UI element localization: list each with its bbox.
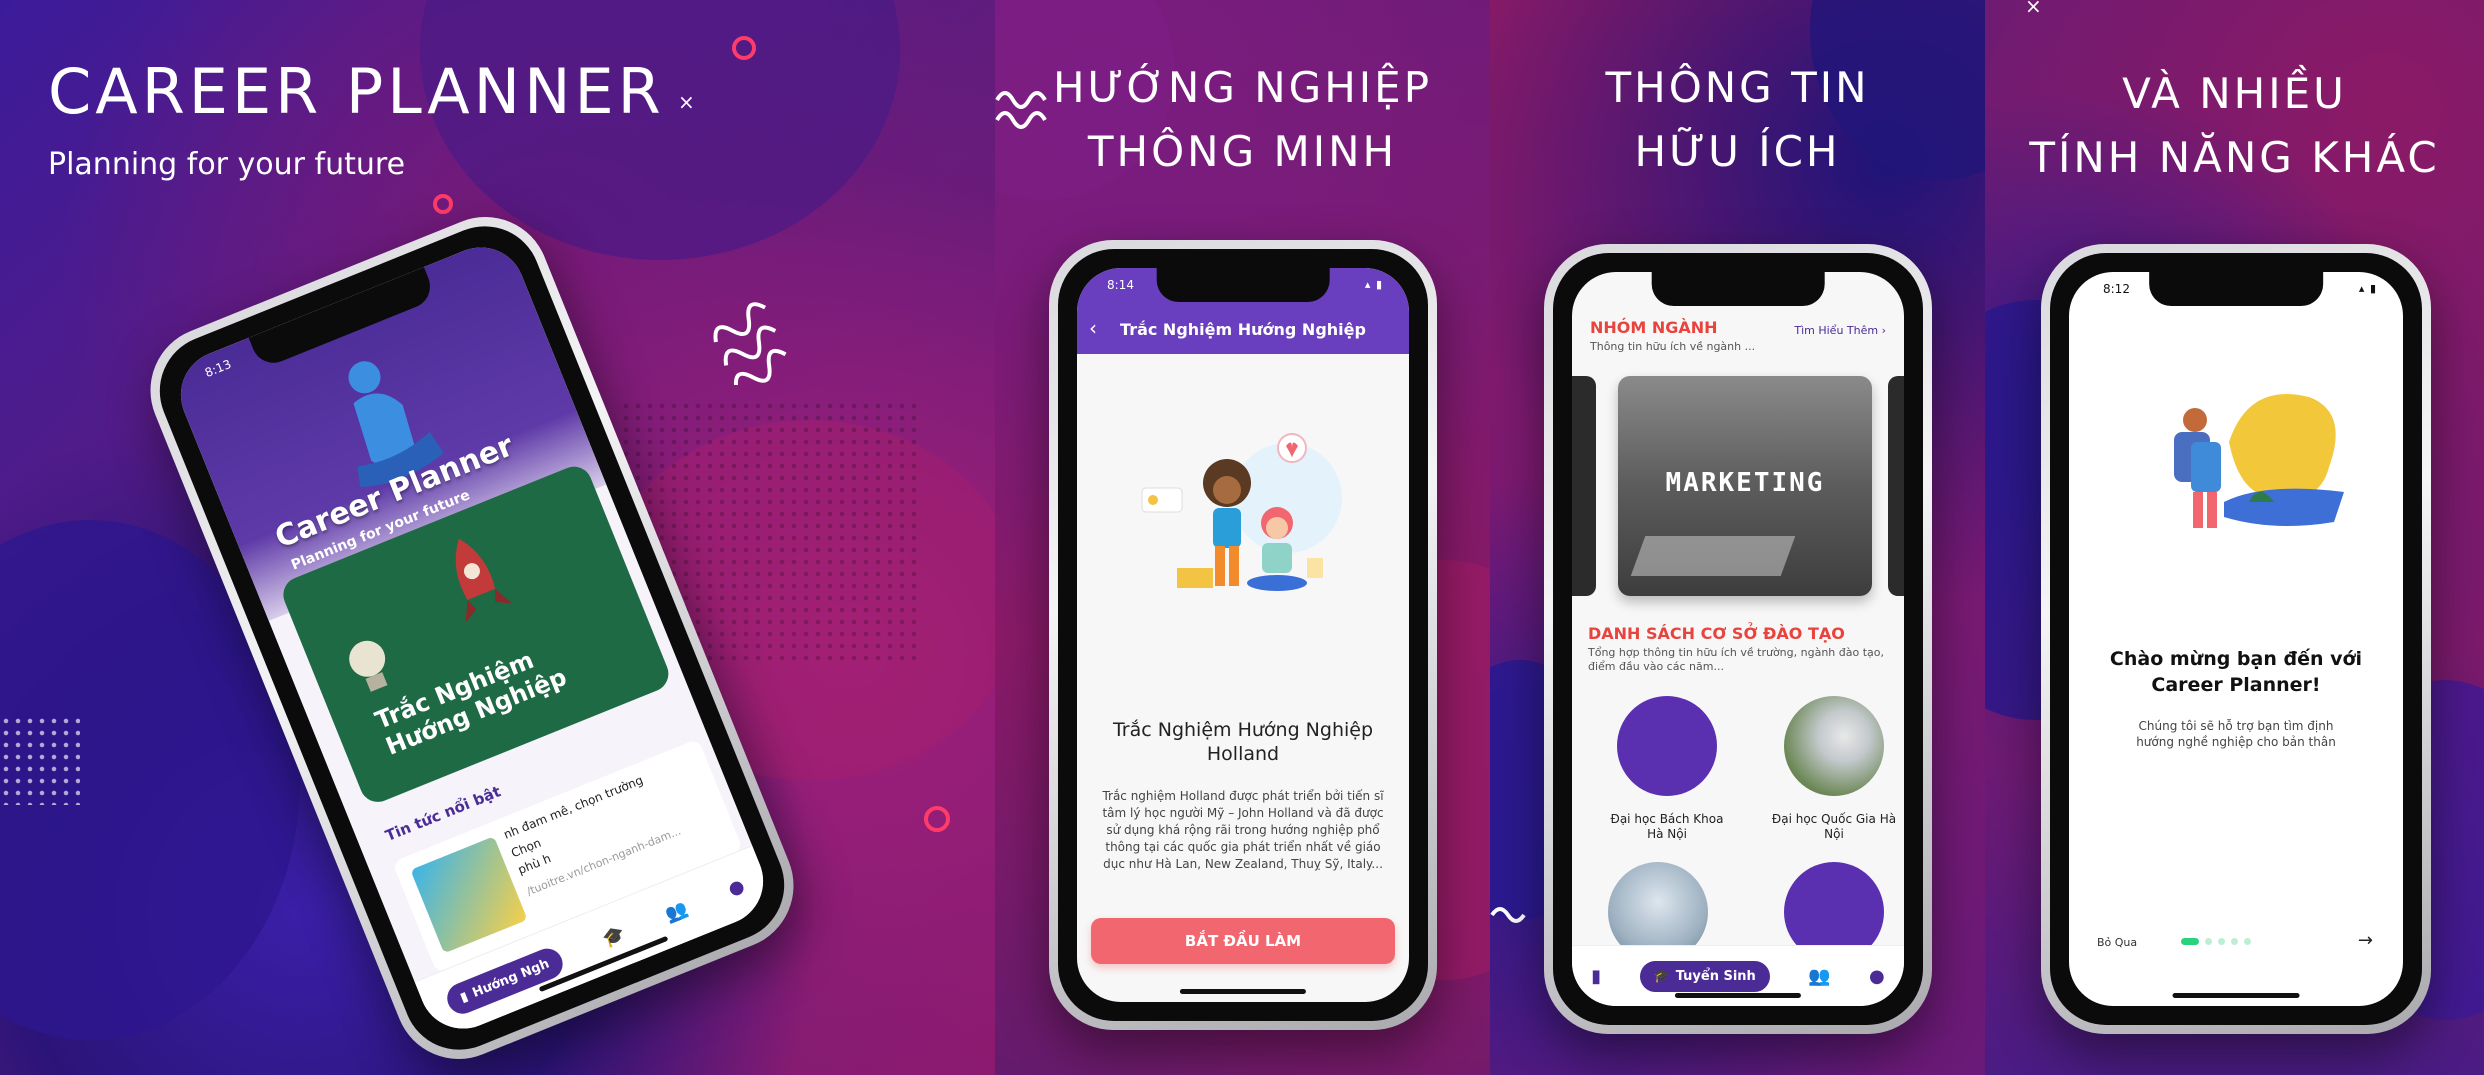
- squiggle-decoration: [1490, 907, 1526, 923]
- major-card-marketing[interactable]: MARKETING: [1618, 376, 1872, 596]
- page-dot: [2218, 938, 2225, 945]
- ring-decoration: [924, 806, 950, 832]
- page-dot: [2231, 938, 2238, 945]
- notebook-graphic: [1630, 536, 1796, 576]
- section-title-schools: DANH SÁCH CƠ SỞ ĐÀO TẠO: [1588, 624, 1845, 643]
- see-more-label: Tìm Hiểu Thêm: [1794, 324, 1879, 337]
- panel2-headline-line1: HƯỚNG NGHIỆP: [1052, 63, 1433, 112]
- news-title: nh đam mê, chọn trường: [501, 772, 646, 842]
- next-arrow-icon[interactable]: →: [2358, 930, 2373, 951]
- school-name-line2: Nội: [1824, 827, 1844, 841]
- school-photo: [1784, 696, 1884, 796]
- school-name: Đại học Quốc Gia Hà Nội: [1754, 812, 1904, 842]
- major-card-label: MARKETING: [1665, 468, 1825, 498]
- home-indicator: [1674, 993, 1802, 998]
- status-icons: ▴ ▮: [2358, 282, 2377, 295]
- status-time: 8:12: [2103, 282, 2130, 296]
- school-card-vnu[interactable]: Đại học Quốc Gia Hà Nội: [1754, 696, 1904, 842]
- welcome-description-line2: hướng nghề nghiệp cho bản thân: [2136, 735, 2336, 749]
- app-bar-title: Trắc Nghiệm Hướng Nghiệp: [1120, 320, 1366, 339]
- phone-mockup-onboarding: 8:12 ▴ ▮ Chào mừng bạn đến với Career Pl…: [2041, 244, 2431, 1034]
- quiz-title: Trắc Nghiệm Hướng Nghiệp Holland: [1097, 718, 1389, 766]
- panel4-headline-line1: VÀ NHIỀU: [2122, 69, 2347, 118]
- nav-tab-admissions-label: Tuyển Sinh: [1675, 968, 1756, 984]
- carousel-prev-card[interactable]: [1572, 376, 1596, 596]
- phone-notch: [1156, 268, 1330, 302]
- quiz-title-line2: Holland: [1206, 743, 1280, 765]
- graduation-cap-icon[interactable]: 🎓: [600, 923, 629, 951]
- section-title-majors: NHÓM NGÀNH: [1590, 318, 1718, 337]
- news-thumbnail: [410, 836, 528, 954]
- home-indicator: [1179, 989, 1307, 994]
- nav-tab-admissions[interactable]: 🎓 Tuyển Sinh: [1639, 960, 1770, 992]
- account-icon[interactable]: ●: [1869, 966, 1885, 987]
- squiggle-decoration: [713, 302, 787, 385]
- school-name-line2: Hà Nội: [1647, 827, 1687, 841]
- carousel-next-card[interactable]: [1888, 376, 1904, 596]
- school-logo: [1617, 696, 1717, 796]
- cross-decoration: ×: [678, 90, 695, 114]
- app-store-screenshots: × CAREER PLANNER Planning for your futur…: [0, 0, 2484, 1075]
- school-card-bku[interactable]: Đại học Bách Khoa Hà Nội: [1592, 696, 1742, 842]
- welcome-title-line1: Chào mừng bạn đến với: [2109, 648, 2363, 670]
- panel2-headline: HƯỚNG NGHIỆP THÔNG MINH: [995, 56, 1490, 184]
- panel2-headline-line2: THÔNG MINH: [1087, 127, 1398, 176]
- see-more-link[interactable]: Tìm Hiểu Thêm ›: [1794, 324, 1886, 337]
- page-indicator: [2181, 938, 2251, 945]
- page-dot: [2244, 938, 2251, 945]
- book-icon[interactable]: ▮: [1591, 966, 1601, 987]
- ring-decoration: [732, 36, 756, 60]
- start-quiz-button[interactable]: BẮT ĐẦU LÀM: [1091, 918, 1395, 964]
- phone-notch: [1651, 272, 1825, 306]
- welcome-description: Chúng tôi sẽ hỗ trợ bạn tìm định hướng n…: [2079, 718, 2393, 750]
- school-name-line1: Đại học Quốc Gia Hà: [1771, 812, 1897, 826]
- panel-useful-info: THÔNG TIN HỮU ÍCH NHÓM NGÀNH Thông tin h…: [1490, 0, 1985, 1075]
- onboarding-illustration: [2174, 394, 2344, 528]
- section-sub-schools: Tổng hợp thông tin hữu ích về trường, ng…: [1588, 646, 1884, 673]
- phone-mockup-info: NHÓM NGÀNH Thông tin hữu ích về ngành ..…: [1544, 244, 1932, 1034]
- people-icon[interactable]: 👥: [1808, 966, 1830, 987]
- people-icon[interactable]: 👥: [662, 897, 691, 925]
- app-tagline: Planning for your future: [48, 147, 406, 182]
- skip-button[interactable]: Bỏ Qua: [2097, 936, 2137, 949]
- quiz-title-line1: Trắc Nghiệm Hướng Nghiệp: [1112, 719, 1374, 741]
- account-icon[interactable]: ●: [725, 875, 747, 900]
- book-icon: ▮: [457, 988, 471, 1006]
- rocket-icon: [455, 538, 512, 623]
- welcome-title-line2: Career Planner!: [2151, 674, 2321, 696]
- phone-notch: [2149, 272, 2323, 306]
- welcome-title: Chào mừng bạn đến với Career Planner!: [2079, 646, 2393, 698]
- home-indicator: [2172, 993, 2300, 998]
- school-name: Đại học Bách Khoa Hà Nội: [1592, 812, 1742, 842]
- status-icons: ▴ ▮: [1364, 278, 1383, 291]
- page-dot: [2205, 938, 2212, 945]
- panel3-headline-line1: THÔNG TIN: [1605, 63, 1870, 112]
- panel-career-planner: × CAREER PLANNER Planning for your futur…: [0, 0, 995, 1075]
- quiz-card-title: Trắc Nghiệm Hướng Nghiệp: [371, 637, 570, 761]
- panel3-headline: THÔNG TIN HỮU ÍCH: [1490, 56, 1985, 184]
- welcome-description-line1: Chúng tôi sẽ hỗ trợ bạn tìm định: [2138, 719, 2334, 733]
- quiz-illustration: [1141, 433, 1342, 591]
- panel-smart-guidance: HƯỚNG NGHIỆP THÔNG MINH 8:14 ▴ ▮ ‹ Trắc …: [995, 0, 1490, 1075]
- school-name-line1: Đại học Bách Khoa: [1610, 812, 1724, 826]
- app-title: CAREER PLANNER: [48, 55, 665, 128]
- phone-mockup-quiz: 8:14 ▴ ▮ ‹ Trắc Nghiệm Hướng Nghiệp Trắc…: [1049, 240, 1437, 1030]
- panel3-headline-line2: HỮU ÍCH: [1634, 127, 1841, 176]
- ring-decoration: [433, 194, 453, 214]
- page-dot-active: [2181, 938, 2199, 945]
- cross-decoration: ×: [2025, 0, 2042, 18]
- section-sub-majors: Thông tin hữu ích về ngành ...: [1590, 340, 1756, 353]
- status-time: 8:14: [1107, 278, 1134, 292]
- white-dot-pattern: [0, 715, 80, 805]
- panel-more-features: × VÀ NHIỀU TÍNH NĂNG KHÁC 8:12 ▴ ▮ Chào …: [1985, 0, 2484, 1075]
- panel4-headline-line2: TÍNH NĂNG KHÁC: [2029, 133, 2440, 182]
- graduation-cap-icon: 🎓: [1653, 968, 1670, 984]
- nav-tab-guidance-label: Hướng Ngh: [470, 955, 552, 1001]
- quiz-description: Trắc nghiệm Holland được phát triển bởi …: [1102, 789, 1384, 871]
- panel4-headline: VÀ NHIỀU TÍNH NĂNG KHÁC: [1985, 62, 2484, 190]
